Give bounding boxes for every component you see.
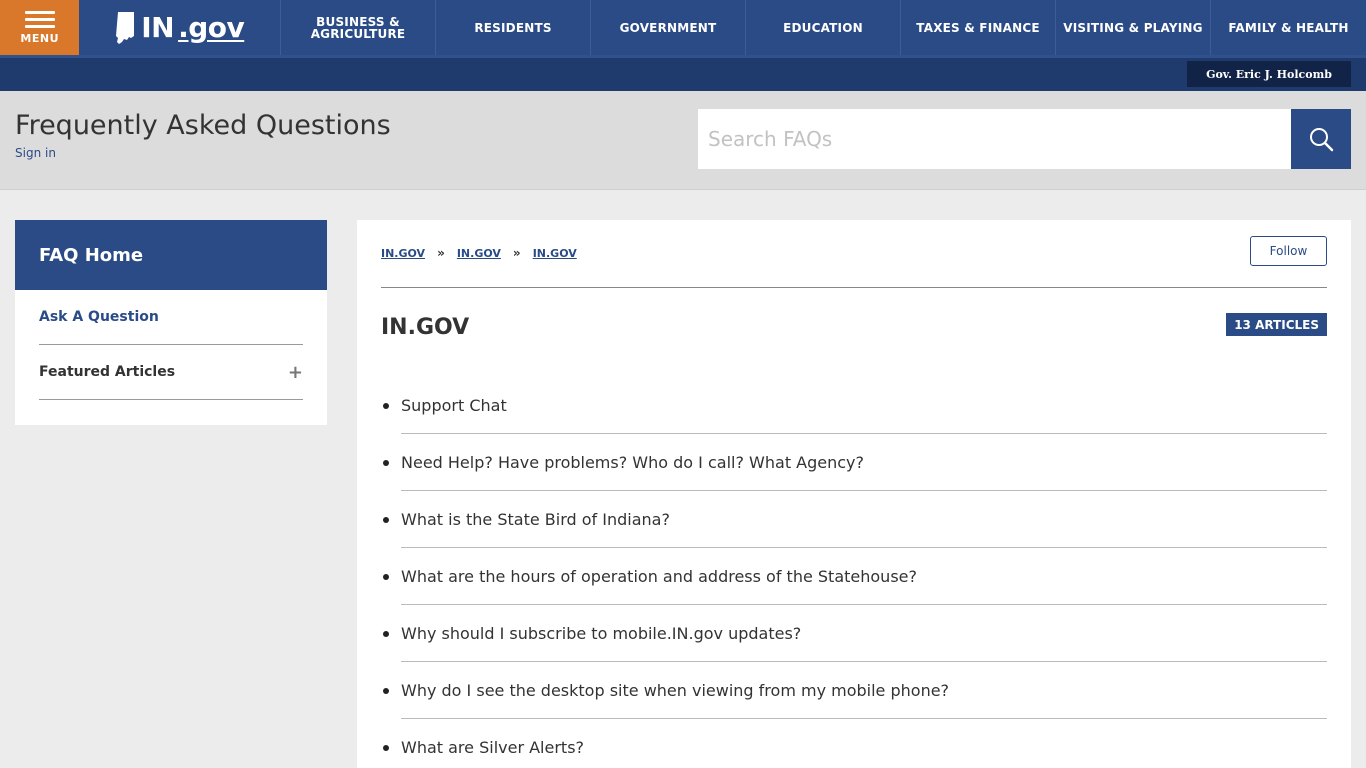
search-icon (1310, 128, 1334, 152)
featured-articles-toggle[interactable]: Featured Articles + (39, 345, 303, 400)
article-count-badge: 13 ARTICLES (1226, 313, 1327, 336)
logo-wordmark: IN .gov (115, 11, 245, 44)
nav-label: FAMILY & HEALTH (1228, 20, 1349, 35)
top-navigation: MENU IN .gov BUSINESS & AGRICULTURE RESIDE… (0, 0, 1366, 55)
nav-taxes-finance[interactable]: TAXES & FINANCE (901, 0, 1056, 55)
sidebar-list: Ask A Question Featured Articles + (15, 290, 327, 400)
section-title: IN.GOV (381, 315, 470, 340)
article-list: Support Chat Need Help? Have problems? W… (381, 377, 1327, 768)
breadcrumb: IN.GOV » IN.GOV » IN.GOV (381, 246, 577, 260)
divider (381, 287, 1327, 288)
ask-question-link[interactable]: Ask A Question (39, 290, 303, 345)
search-bar (698, 109, 1351, 169)
faq-sidebar: FAQ Home Ask A Question Featured Article… (15, 220, 327, 425)
article-link[interactable]: Why should I subscribe to mobile.IN.gov … (401, 624, 801, 643)
nav-label: BUSINESS & AGRICULTURE (311, 16, 406, 40)
nav-label: EDUCATION (783, 20, 863, 35)
governor-link[interactable]: Gov. Eric J. Holcomb (1187, 61, 1351, 87)
article-link[interactable]: What are Silver Alerts? (401, 738, 584, 757)
nav-business-agriculture[interactable]: BUSINESS & AGRICULTURE (281, 0, 436, 55)
main-content: IN.GOV » IN.GOV » IN.GOV Follow IN.GOV 1… (357, 220, 1351, 768)
list-item: What are Silver Alerts? (381, 719, 1327, 768)
search-input[interactable] (698, 109, 1291, 169)
breadcrumb-separator: » (437, 246, 445, 260)
breadcrumb-item[interactable]: IN.GOV (533, 247, 577, 260)
plus-icon: + (287, 361, 303, 383)
article-link[interactable]: Need Help? Have problems? Who do I call?… (401, 453, 864, 472)
article-link[interactable]: What is the State Bird of Indiana? (401, 510, 670, 529)
search-button[interactable] (1291, 109, 1351, 169)
nav-label: TAXES & FINANCE (916, 20, 1040, 35)
nav-label: RESIDENTS (474, 20, 552, 35)
list-item: Why should I subscribe to mobile.IN.gov … (381, 605, 1327, 662)
hamburger-icon (24, 10, 55, 28)
nav-label: GOVERNMENT (619, 20, 717, 35)
nav-label-line2: AGRICULTURE (310, 26, 406, 41)
page-header: Frequently Asked Questions Sign in (0, 91, 1366, 190)
follow-button[interactable]: Follow (1250, 236, 1327, 266)
sign-in-link[interactable]: Sign in (15, 146, 56, 160)
nav-residents[interactable]: RESIDENTS (436, 0, 591, 55)
nav-visiting-playing[interactable]: VISITING & PLAYING (1056, 0, 1211, 55)
article-link[interactable]: Why do I see the desktop site when viewi… (401, 681, 949, 700)
menu-label: MENU (20, 31, 60, 45)
nav-items: BUSINESS & AGRICULTURE RESIDENTS GOVERNME… (281, 0, 1366, 55)
nav-label: VISITING & PLAYING (1063, 20, 1203, 35)
nav-family-health[interactable]: FAMILY & HEALTH (1211, 0, 1366, 55)
page-title: Frequently Asked Questions (15, 110, 391, 141)
list-item: What are the hours of operation and addr… (381, 548, 1327, 605)
breadcrumb-item[interactable]: IN.GOV (457, 247, 501, 260)
logo-gov: .gov (178, 11, 245, 44)
faq-home-link[interactable]: FAQ Home (15, 220, 327, 290)
article-link[interactable]: What are the hours of operation and addr… (401, 567, 917, 586)
in-gov-logo[interactable]: IN .gov (79, 0, 281, 55)
indiana-state-icon (116, 11, 135, 44)
nav-government[interactable]: GOVERNMENT (591, 0, 746, 55)
menu-button[interactable]: MENU (0, 0, 80, 55)
sub-navigation-bar: Gov. Eric J. Holcomb (0, 55, 1366, 91)
list-item: Need Help? Have problems? Who do I call?… (381, 434, 1327, 491)
list-item: Why do I see the desktop site when viewi… (381, 662, 1327, 719)
featured-articles-label: Featured Articles (39, 364, 176, 380)
breadcrumb-item[interactable]: IN.GOV (381, 247, 425, 260)
list-item: What is the State Bird of Indiana? (381, 491, 1327, 548)
article-link[interactable]: Support Chat (401, 396, 507, 415)
logo-in: IN (141, 11, 175, 44)
breadcrumb-separator: » (512, 246, 521, 260)
ask-question-label: Ask A Question (39, 309, 159, 325)
nav-education[interactable]: EDUCATION (746, 0, 901, 55)
list-item: Support Chat (381, 377, 1327, 434)
